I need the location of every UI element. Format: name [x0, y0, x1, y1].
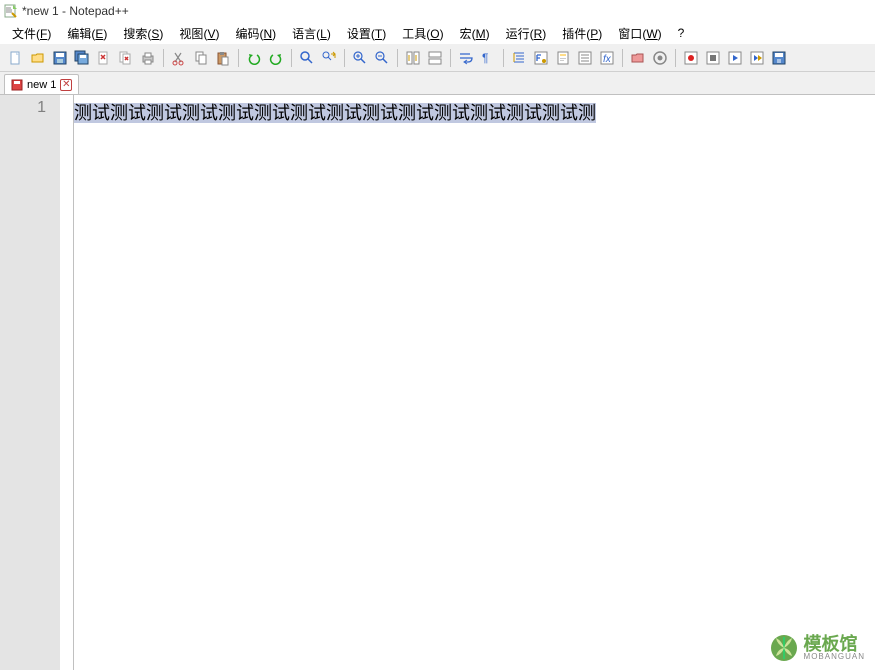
save-icon[interactable]: [50, 48, 70, 68]
play-macro-icon[interactable]: [725, 48, 745, 68]
doc-map-icon[interactable]: [553, 48, 573, 68]
menu-view[interactable]: 视图(V): [171, 23, 227, 44]
menu-encoding[interactable]: 编码(N): [227, 23, 284, 44]
copy-icon[interactable]: [191, 48, 211, 68]
separator-icon: [450, 49, 451, 67]
replace-icon[interactable]: [319, 48, 339, 68]
fold-margin[interactable]: [60, 95, 74, 670]
cut-icon[interactable]: [169, 48, 189, 68]
close-all-icon[interactable]: [116, 48, 136, 68]
separator-icon: [503, 49, 504, 67]
svg-text:¶: ¶: [482, 51, 488, 65]
redo-icon[interactable]: [266, 48, 286, 68]
menu-edit[interactable]: 编辑(E): [59, 23, 115, 44]
title-bar: *new 1 - Notepad++: [0, 0, 875, 22]
indent-guide-icon[interactable]: [509, 48, 529, 68]
watermark: 模板馆 MOBANGUAN: [770, 634, 865, 662]
menu-bar: 文件(F) 编辑(E) 搜索(S) 视图(V) 编码(N) 语言(L) 设置(T…: [0, 22, 875, 44]
text-view[interactable]: 测试测试测试测试测试测试测试测试测试测试测试测试测试测试测: [74, 95, 875, 670]
window-title: *new 1 - Notepad++: [22, 4, 129, 18]
menu-file[interactable]: 文件(F): [4, 23, 59, 44]
line-number: 1: [0, 99, 46, 117]
separator-icon: [675, 49, 676, 67]
stop-macro-icon[interactable]: [703, 48, 723, 68]
close-icon[interactable]: [94, 48, 114, 68]
folder-workspace-icon[interactable]: [628, 48, 648, 68]
save-macro-icon[interactable]: [769, 48, 789, 68]
paste-icon[interactable]: [213, 48, 233, 68]
tab-modified-icon: [11, 79, 23, 91]
editor-area: 1 测试测试测试测试测试测试测试测试测试测试测试测试测试测试测: [0, 94, 875, 670]
menu-run[interactable]: 运行(R): [498, 23, 555, 44]
separator-icon: [238, 49, 239, 67]
menu-help[interactable]: ?: [670, 24, 693, 42]
menu-tools[interactable]: 工具(O): [394, 23, 451, 44]
watermark-logo-icon: [770, 634, 798, 662]
app-icon: [4, 4, 18, 18]
zoom-out-icon[interactable]: [372, 48, 392, 68]
undo-icon[interactable]: [244, 48, 264, 68]
tab-bar: new 1 ✕: [0, 72, 875, 94]
word-wrap-icon[interactable]: [456, 48, 476, 68]
separator-icon: [622, 49, 623, 67]
play-multi-icon[interactable]: [747, 48, 767, 68]
sync-v-icon[interactable]: [403, 48, 423, 68]
tab-label: new 1: [27, 79, 56, 91]
separator-icon: [344, 49, 345, 67]
menu-plugins[interactable]: 插件(P): [554, 23, 610, 44]
show-all-chars-icon[interactable]: ¶: [478, 48, 498, 68]
doc-list-icon[interactable]: [575, 48, 595, 68]
menu-window[interactable]: 窗口(W): [610, 23, 669, 44]
find-icon[interactable]: [297, 48, 317, 68]
separator-icon: [163, 49, 164, 67]
line-number-gutter: 1: [0, 95, 60, 670]
user-lang-icon[interactable]: [531, 48, 551, 68]
watermark-text-en: MOBANGUAN: [804, 653, 865, 661]
menu-language[interactable]: 语言(L): [284, 23, 339, 44]
zoom-in-icon[interactable]: [350, 48, 370, 68]
menu-search[interactable]: 搜索(S): [115, 23, 171, 44]
separator-icon: [397, 49, 398, 67]
menu-settings[interactable]: 设置(T): [339, 23, 394, 44]
watermark-text-cn: 模板馆: [804, 635, 865, 653]
monitoring-icon[interactable]: [650, 48, 670, 68]
open-file-icon[interactable]: [28, 48, 48, 68]
new-file-icon[interactable]: [6, 48, 26, 68]
selected-text[interactable]: 测试测试测试测试测试测试测试测试测试测试测试测试测试测试测: [74, 103, 596, 123]
sync-h-icon[interactable]: [425, 48, 445, 68]
separator-icon: [291, 49, 292, 67]
save-all-icon[interactable]: [72, 48, 92, 68]
record-macro-icon[interactable]: [681, 48, 701, 68]
menu-macro[interactable]: 宏(M): [452, 23, 498, 44]
tab-close-icon[interactable]: ✕: [60, 79, 72, 91]
svg-text:fx: fx: [603, 54, 612, 65]
function-list-icon[interactable]: fx: [597, 48, 617, 68]
tab-new-1[interactable]: new 1 ✕: [4, 74, 79, 94]
print-icon[interactable]: [138, 48, 158, 68]
toolbar: ¶ fx: [0, 44, 875, 72]
